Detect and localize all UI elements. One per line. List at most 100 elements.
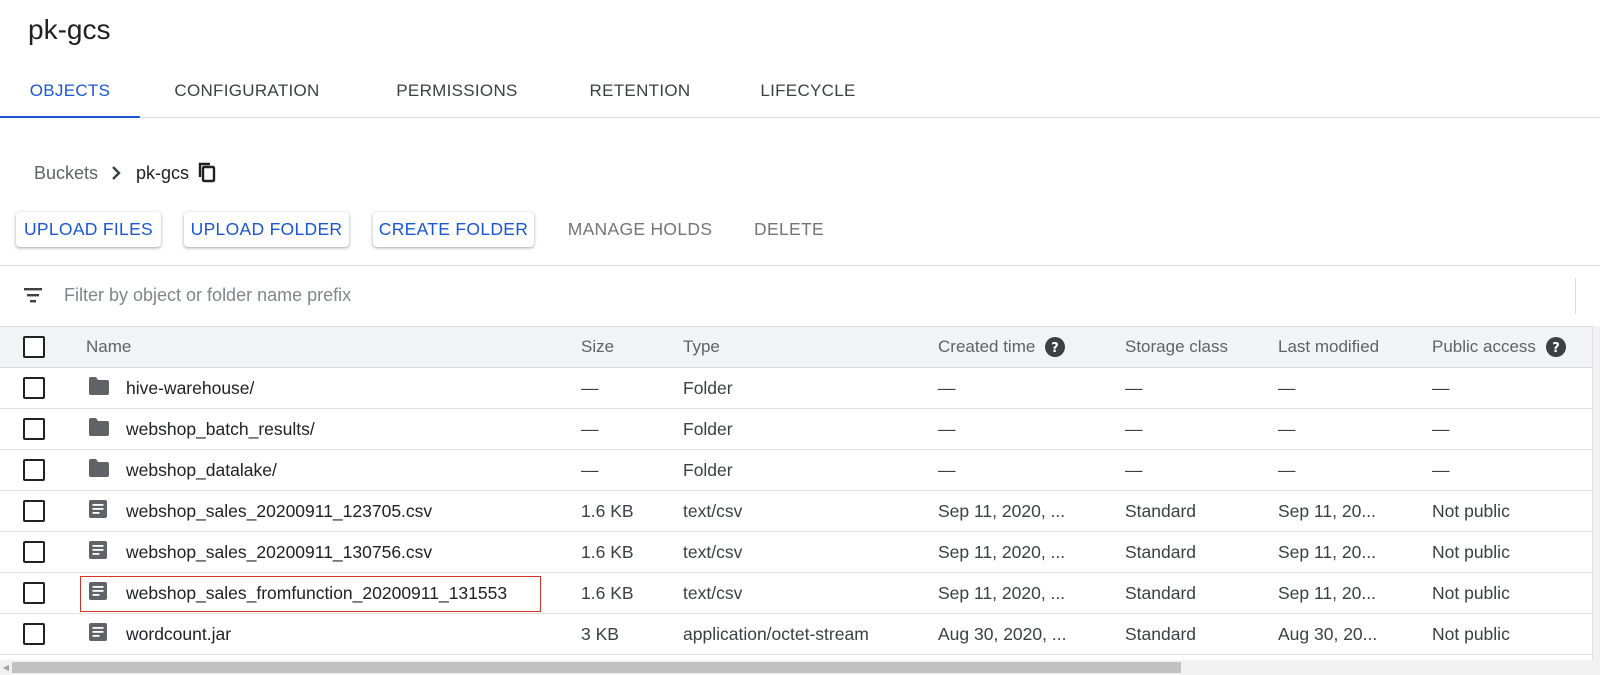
cell-created-time: —	[938, 377, 956, 398]
column-header-last-modified[interactable]: Last modified	[1278, 327, 1379, 367]
table-row[interactable]: webshop_batch_results/ — Folder — — — —	[0, 409, 1600, 450]
cell-name[interactable]: webshop_sales_20200911_130756.csv	[88, 532, 432, 572]
cell-name[interactable]: wordcount.jar	[88, 614, 231, 654]
cell-name[interactable]: webshop_datalake/	[88, 450, 277, 490]
cell-size: 1.6 KB	[581, 582, 634, 603]
filter-divider	[1575, 278, 1576, 314]
scrollbar-thumb[interactable]	[12, 662, 1181, 673]
cell-name[interactable]: hive-warehouse/	[88, 368, 254, 408]
file-icon	[88, 581, 112, 605]
breadcrumb: Buckets pk-gcs	[34, 159, 217, 187]
row-checkbox[interactable]	[23, 500, 45, 522]
column-header-created-time[interactable]: Created time ?	[938, 327, 1066, 367]
cell-last-modified: Aug 30, 20...	[1278, 623, 1378, 644]
cell-type: text/csv	[683, 582, 743, 603]
help-icon[interactable]: ?	[1545, 337, 1566, 357]
tab-bar: OBJECTS CONFIGURATION PERMISSIONS RETENT…	[0, 70, 1600, 118]
row-checkbox[interactable]	[23, 582, 45, 604]
cell-created-time: —	[938, 418, 956, 439]
copy-icon[interactable]	[197, 162, 217, 184]
breadcrumb-buckets-link[interactable]: Buckets	[34, 163, 98, 184]
filter-icon[interactable]	[22, 284, 44, 306]
tab-configuration[interactable]: CONFIGURATION	[160, 70, 334, 118]
cell-last-modified: —	[1278, 418, 1296, 439]
cell-size: 1.6 KB	[581, 541, 634, 562]
cell-type: Folder	[683, 418, 733, 439]
cell-size: 3 KB	[581, 623, 619, 644]
object-name-link[interactable]: webshop_datalake/	[126, 460, 277, 481]
table-row[interactable]: wordcount.jar 3 KB application/octet-strea…	[0, 614, 1600, 655]
upload-files-button[interactable]: UPLOAD FILES	[16, 212, 161, 247]
cell-name[interactable]: webshop_sales_fromfunction_20200911_1315…	[88, 573, 507, 613]
table-row[interactable]: webshop_sales_20200911_123705.csv 1.6 KB t…	[0, 491, 1600, 532]
cell-size: —	[581, 459, 599, 480]
table-row[interactable]: webshop_sales_20200911_130756.csv 1.6 KB t…	[0, 532, 1600, 573]
column-header-storage-class[interactable]: Storage class	[1125, 327, 1228, 367]
cell-created-time: Sep 11, 2020, ...	[938, 541, 1066, 562]
select-all-checkbox[interactable]	[23, 336, 45, 358]
tab-objects[interactable]: OBJECTS	[0, 70, 140, 118]
object-name-link[interactable]: webshop_sales_20200911_123705.csv	[126, 501, 432, 522]
horizontal-scrollbar[interactable]: ◀	[0, 660, 1600, 675]
cell-storage-class: Standard	[1125, 582, 1197, 603]
tab-permissions[interactable]: PERMISSIONS	[373, 70, 541, 118]
object-name-link[interactable]: webshop_sales_fromfunction_20200911_1315…	[126, 583, 507, 604]
tab-retention[interactable]: RETENTION	[570, 70, 710, 118]
cell-public-access: Not public	[1432, 623, 1510, 644]
table-row[interactable]: webshop_sales_fromfunction_20200911_1315…	[0, 573, 1600, 614]
scroll-left-arrow-icon[interactable]: ◀	[0, 660, 12, 675]
cell-storage-class: Standard	[1125, 541, 1197, 562]
cell-type: Folder	[683, 459, 733, 480]
breadcrumb-current: pk-gcs	[136, 162, 190, 183]
filter-bar	[0, 274, 1600, 320]
column-header-public-access-label: Public access	[1432, 337, 1536, 356]
column-header-type[interactable]: Type	[683, 327, 720, 367]
cell-size: 1.6 KB	[581, 500, 634, 521]
object-name-link[interactable]: webshop_sales_20200911_130756.csv	[126, 542, 432, 563]
cell-public-access: Not public	[1432, 500, 1510, 521]
column-header-name[interactable]: Name	[86, 327, 131, 367]
cell-public-access: —	[1432, 459, 1450, 480]
cell-last-modified: Sep 11, 20...	[1278, 541, 1376, 562]
cell-type: text/csv	[683, 541, 743, 562]
folder-icon	[88, 417, 112, 441]
delete-button[interactable]: DELETE	[748, 212, 830, 247]
table-row[interactable]: hive-warehouse/ — Folder — — — —	[0, 368, 1600, 409]
filter-input[interactable]	[64, 280, 1534, 310]
objects-table: Name Size Type Created time ? Storage cl…	[0, 326, 1600, 655]
cell-name[interactable]: webshop_sales_20200911_123705.csv	[88, 491, 432, 531]
create-folder-button[interactable]: CREATE FOLDER	[373, 212, 534, 247]
file-icon	[88, 499, 112, 523]
help-icon[interactable]: ?	[1045, 337, 1066, 357]
file-icon	[88, 540, 112, 564]
folder-icon	[88, 458, 112, 482]
row-checkbox[interactable]	[23, 377, 45, 399]
action-toolbar: UPLOAD FILES UPLOAD FOLDER CREATE FOLDER…	[0, 212, 1600, 266]
cell-size: —	[581, 418, 599, 439]
tab-lifecycle[interactable]: LIFECYCLE	[740, 70, 876, 118]
column-header-public-access[interactable]: Public access ?	[1432, 327, 1566, 367]
manage-holds-button[interactable]: MANAGE HOLDS	[562, 212, 718, 247]
object-name-link[interactable]: wordcount.jar	[126, 624, 231, 645]
cell-created-time: Sep 11, 2020, ...	[938, 582, 1066, 603]
object-name-link[interactable]: webshop_batch_results/	[126, 419, 315, 440]
row-checkbox[interactable]	[23, 418, 45, 440]
chevron-right-icon	[110, 165, 122, 181]
object-name-link[interactable]: hive-warehouse/	[126, 378, 254, 399]
cell-last-modified: —	[1278, 459, 1296, 480]
cell-last-modified: Sep 11, 20...	[1278, 582, 1376, 603]
vertical-scrollbar[interactable]	[1592, 326, 1600, 660]
cell-size: —	[581, 377, 599, 398]
row-checkbox[interactable]	[23, 541, 45, 563]
row-checkbox[interactable]	[23, 623, 45, 645]
file-icon	[88, 622, 112, 646]
row-checkbox[interactable]	[23, 459, 45, 481]
cell-storage-class: Standard	[1125, 500, 1197, 521]
column-header-size[interactable]: Size	[581, 327, 614, 367]
svg-text:?: ?	[1052, 341, 1060, 356]
table-row[interactable]: webshop_datalake/ — Folder — — — —	[0, 450, 1600, 491]
cell-public-access: Not public	[1432, 541, 1510, 562]
cell-storage-class: —	[1125, 418, 1143, 439]
cell-name[interactable]: webshop_batch_results/	[88, 409, 315, 449]
upload-folder-button[interactable]: UPLOAD FOLDER	[184, 212, 349, 247]
